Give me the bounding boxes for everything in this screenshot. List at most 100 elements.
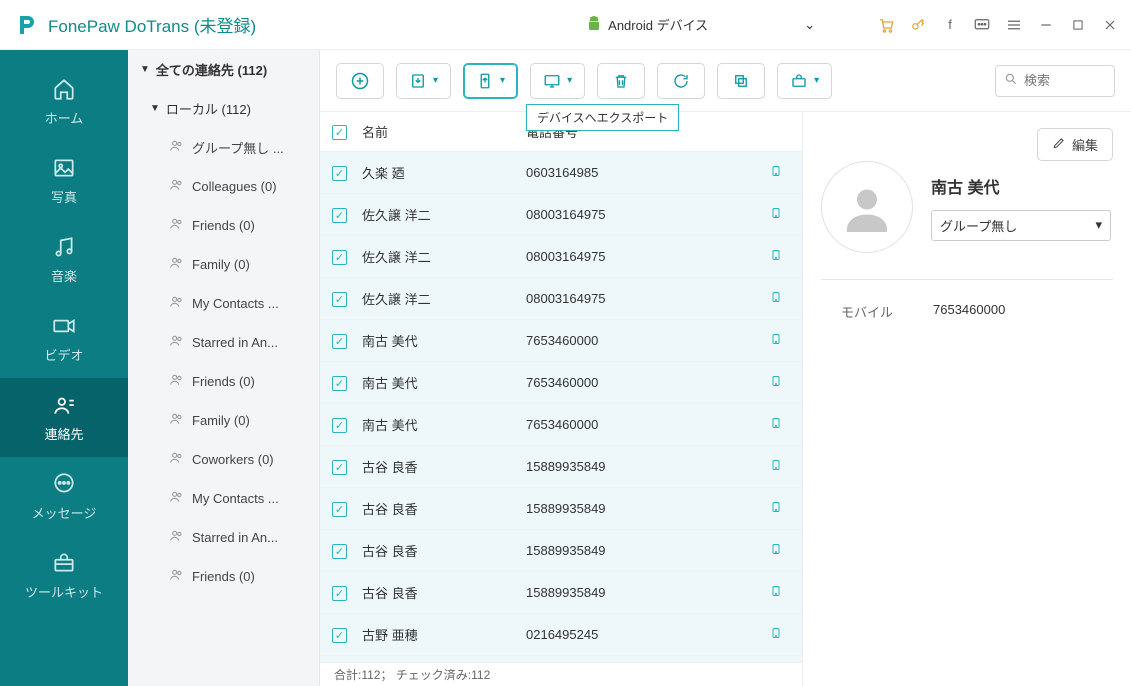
tree-group-item[interactable]: Starred in An... xyxy=(128,323,319,362)
pencil-icon xyxy=(1052,136,1066,153)
row-checkbox[interactable]: ✓ xyxy=(332,292,347,307)
search-box[interactable] xyxy=(995,65,1115,97)
row-phone: 0603164985 xyxy=(526,165,762,180)
table-row[interactable]: ✓久楽 廼0603164985 xyxy=(320,152,802,194)
phone-value: 7653460000 xyxy=(933,302,1005,321)
tree-group-label: My Contacts ... xyxy=(192,296,279,311)
row-checkbox[interactable]: ✓ xyxy=(332,460,347,475)
tree-group-item[interactable]: Coworkers (0) xyxy=(128,440,319,479)
row-checkbox[interactable]: ✓ xyxy=(332,586,347,601)
import-button[interactable]: ▾ xyxy=(396,63,451,99)
person-icon xyxy=(168,372,184,391)
row-checkbox[interactable]: ✓ xyxy=(332,376,347,391)
select-all-checkbox[interactable]: ✓ xyxy=(332,125,347,140)
android-icon xyxy=(586,15,602,34)
table-row[interactable]: ✓古谷 良香15889935849 xyxy=(320,572,802,614)
row-checkbox[interactable]: ✓ xyxy=(332,628,347,643)
row-checkbox[interactable]: ✓ xyxy=(332,166,347,181)
tree-local[interactable]: ▼ ローカル (112) xyxy=(128,89,319,128)
tree-group-item[interactable]: My Contacts ... xyxy=(128,479,319,518)
tree-group-item[interactable]: Family (0) xyxy=(128,401,319,440)
device-dropdown[interactable]: Android デバイス ⌄ xyxy=(576,9,825,40)
tree-group-item[interactable]: Colleagues (0) xyxy=(128,167,319,206)
sidebar-item-photos[interactable]: 写真 xyxy=(0,141,128,220)
group-dropdown[interactable]: グループ無し ▾ xyxy=(931,210,1111,241)
app-logo-icon xyxy=(12,11,40,39)
table-row[interactable]: ✓南古 美代7653460000 xyxy=(320,404,802,446)
feedback-icon[interactable] xyxy=(973,16,991,34)
sidebar: ホーム 写真 音楽 ビデオ 連絡先 メッセージ ツールキット xyxy=(0,50,128,686)
add-button[interactable] xyxy=(336,63,384,99)
row-checkbox[interactable]: ✓ xyxy=(332,208,347,223)
tree-group-item[interactable]: Friends (0) xyxy=(128,362,319,401)
search-input[interactable] xyxy=(1024,73,1104,88)
refresh-button[interactable] xyxy=(657,63,705,99)
row-checkbox[interactable]: ✓ xyxy=(332,334,347,349)
backup-button[interactable]: ▾ xyxy=(777,63,832,99)
delete-button[interactable] xyxy=(597,63,645,99)
table-row[interactable]: ✓古谷 良香15889935849 xyxy=(320,488,802,530)
row-phone: 08003164975 xyxy=(526,291,762,306)
row-name: 南古 美代 xyxy=(356,331,526,350)
table-row[interactable]: ✓佐久譲 洋二08003164975 xyxy=(320,236,802,278)
table-row[interactable]: ✓古野 亜穂0216495245 xyxy=(320,614,802,656)
row-checkbox[interactable]: ✓ xyxy=(332,544,347,559)
device-icon xyxy=(762,583,790,602)
export-to-pc-button[interactable]: ▾ xyxy=(530,63,585,99)
tree-group-label: Colleagues (0) xyxy=(192,179,277,194)
minimize-icon[interactable] xyxy=(1037,16,1055,34)
person-icon xyxy=(168,333,184,352)
tree-group-label: Friends (0) xyxy=(192,569,255,584)
export-to-device-button[interactable]: ▾ xyxy=(463,63,518,99)
tree-group-item[interactable]: Friends (0) xyxy=(128,557,319,596)
sidebar-item-music[interactable]: 音楽 xyxy=(0,220,128,299)
row-name: 南古 美代 xyxy=(356,373,526,392)
person-icon xyxy=(168,489,184,508)
key-icon[interactable] xyxy=(909,16,927,34)
tree-group-label: Starred in An... xyxy=(192,530,278,545)
tree-group-item[interactable]: My Contacts ... xyxy=(128,284,319,323)
sidebar-item-messages[interactable]: メッセージ xyxy=(0,457,128,536)
close-icon[interactable] xyxy=(1101,16,1119,34)
export-tooltip: デバイスへエクスポート xyxy=(526,104,679,131)
table-row[interactable]: ✓ 南古 美代7653460000 xyxy=(320,320,802,362)
table-row[interactable]: ✓佐久譲 洋二08003164975 xyxy=(320,194,802,236)
table-row[interactable]: ✓佐久譲 洋二08003164975 xyxy=(320,278,802,320)
tree-all-contacts[interactable]: ▼ 全ての連絡先 (112) xyxy=(128,50,319,89)
table-row[interactable]: ✓南古 美代7653460000 xyxy=(320,362,802,404)
row-checkbox[interactable]: ✓ xyxy=(332,418,347,433)
menu-icon[interactable] xyxy=(1005,16,1023,34)
person-icon xyxy=(168,450,184,469)
row-phone: 7653460000 xyxy=(526,333,762,348)
toolbar: ▾ ▾ ▾ ▾ デバイスへエクスポート xyxy=(320,50,1131,112)
table-row[interactable]: ✓古谷 良香15889935849 xyxy=(320,530,802,572)
person-icon xyxy=(168,294,184,313)
row-name: 古谷 良香 xyxy=(356,583,526,602)
row-checkbox[interactable]: ✓ xyxy=(332,250,347,265)
facebook-icon[interactable]: f xyxy=(941,16,959,34)
sidebar-item-videos[interactable]: ビデオ xyxy=(0,299,128,378)
tree-group-item[interactable]: Friends (0) xyxy=(128,206,319,245)
row-checkbox[interactable]: ✓ xyxy=(332,502,347,517)
dedupe-button[interactable] xyxy=(717,63,765,99)
triangle-down-icon: ▼ xyxy=(150,103,160,114)
table-row[interactable]: ✓古谷 良香15889935849 xyxy=(320,446,802,488)
tree-group-label: Friends (0) xyxy=(192,218,255,233)
col-name[interactable]: 名前 xyxy=(356,122,526,141)
sidebar-item-toolkit[interactable]: ツールキット xyxy=(0,536,128,615)
row-name: 古谷 良香 xyxy=(356,541,526,560)
row-phone: 15889935849 xyxy=(526,501,762,516)
cart-icon[interactable] xyxy=(877,16,895,34)
sidebar-item-home[interactable]: ホーム xyxy=(0,62,128,141)
row-phone: 0216495245 xyxy=(526,627,762,642)
sidebar-item-contacts[interactable]: 連絡先 xyxy=(0,378,128,457)
edit-button[interactable]: 編集 xyxy=(1037,128,1113,161)
maximize-icon[interactable] xyxy=(1069,16,1087,34)
tree-group-item[interactable]: Starred in An... xyxy=(128,518,319,557)
device-icon xyxy=(762,289,790,308)
tree-group-item[interactable]: グループ無し ... xyxy=(128,128,319,167)
tree-group-label: Friends (0) xyxy=(192,374,255,389)
detail-name: 南古 美代 xyxy=(931,174,1111,198)
tree-group-item[interactable]: Family (0) xyxy=(128,245,319,284)
tree-group-label: グループ無し ... xyxy=(192,138,284,157)
